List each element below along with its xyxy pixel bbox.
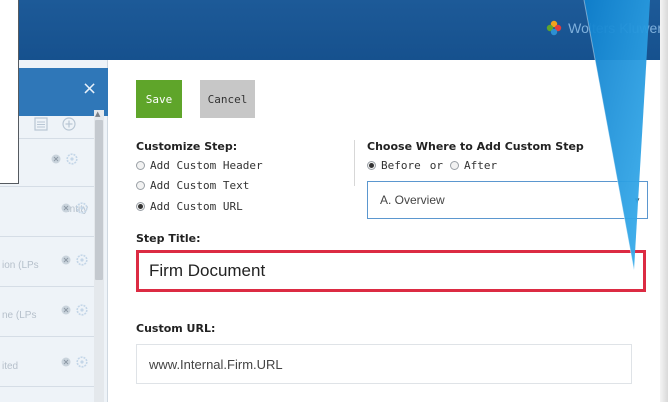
step-title-value: Firm Document (149, 261, 266, 280)
brand-name: Wolters Kluwer (568, 20, 662, 36)
remove-icon[interactable] (60, 356, 72, 368)
settings-icon[interactable] (66, 153, 78, 165)
close-icon[interactable]: × (82, 78, 97, 99)
option-add-custom-text[interactable]: Add Custom Text (136, 179, 249, 192)
brand: Wolters Kluwer (546, 17, 662, 39)
custom-url-input[interactable]: www.Internal.Firm.URL (136, 344, 632, 384)
sidebar-divider (0, 336, 94, 337)
list-icon[interactable] (34, 117, 48, 131)
sidebar-scrollbar[interactable]: ▲ (94, 110, 104, 402)
customize-step-label: Customize Step: (136, 140, 238, 153)
sidebar-row-icons (60, 356, 88, 368)
choose-where-label: Choose Where to Add Custom Step (367, 140, 584, 153)
sidebar-row-icons (60, 254, 88, 266)
after-label[interactable]: After (464, 159, 497, 172)
radio-icon[interactable] (136, 161, 145, 170)
step-title-input[interactable]: Firm Document (136, 250, 646, 292)
wolters-kluwer-logo-icon (546, 20, 562, 36)
or-label: or (429, 159, 443, 172)
settings-icon[interactable] (76, 202, 88, 214)
sidebar-row-icons (60, 304, 88, 316)
custom-step-form: Save Cancel Customize Step: Add Custom H… (118, 60, 668, 402)
step-select[interactable]: A. Overview ▼ (367, 181, 648, 219)
remove-icon[interactable] (50, 153, 62, 165)
sidebar-divider (0, 286, 94, 287)
remove-icon[interactable] (60, 254, 72, 266)
option-add-custom-url[interactable]: Add Custom URL (136, 200, 243, 213)
scrollbar-thumb[interactable] (95, 120, 103, 280)
save-button[interactable]: Save (136, 80, 182, 118)
remove-icon[interactable] (60, 202, 72, 214)
sidebar-divider (0, 386, 94, 387)
sidebar-item-label[interactable]: ne (LPs (2, 310, 36, 321)
custom-url-label: Custom URL: (136, 322, 216, 335)
option-label: Add Custom URL (150, 200, 243, 213)
position-radio-group: Before or After (367, 159, 497, 172)
radio-selected-icon[interactable] (367, 161, 376, 170)
sidebar-divider (0, 186, 94, 187)
caret-down-icon[interactable]: ▼ (633, 196, 641, 205)
option-add-custom-header[interactable]: Add Custom Header (136, 159, 263, 172)
sidebar-divider (0, 236, 94, 237)
radio-icon[interactable] (136, 181, 145, 190)
sidebar-item-label[interactable]: ion (LPs (2, 260, 39, 271)
option-label: Add Custom Header (150, 159, 263, 172)
column-divider (354, 140, 355, 186)
custom-url-value: www.Internal.Firm.URL (149, 356, 283, 372)
radio-icon[interactable] (450, 161, 459, 170)
sidebar-tools (34, 117, 76, 131)
remove-icon[interactable] (60, 304, 72, 316)
before-label[interactable]: Before (381, 159, 421, 172)
option-label: Add Custom Text (150, 179, 250, 192)
sidebar-row-icons (50, 153, 78, 165)
cancel-button[interactable]: Cancel (200, 80, 255, 118)
step-title-label: Step Title: (136, 232, 201, 245)
settings-icon[interactable] (76, 356, 88, 368)
settings-icon[interactable] (76, 254, 88, 266)
sidebar-row-icons (60, 202, 88, 214)
sidebar-item-label[interactable]: ited (2, 361, 18, 372)
step-select-value: A. Overview (380, 193, 445, 207)
settings-icon[interactable] (76, 304, 88, 316)
overlay-box (0, 0, 19, 184)
panel-shadow (660, 0, 668, 402)
add-circle-icon[interactable] (62, 117, 76, 131)
scroll-up-icon[interactable]: ▲ (95, 110, 100, 118)
radio-selected-icon[interactable] (136, 202, 145, 211)
top-header-bar: Wolters Kluwer (0, 0, 668, 60)
